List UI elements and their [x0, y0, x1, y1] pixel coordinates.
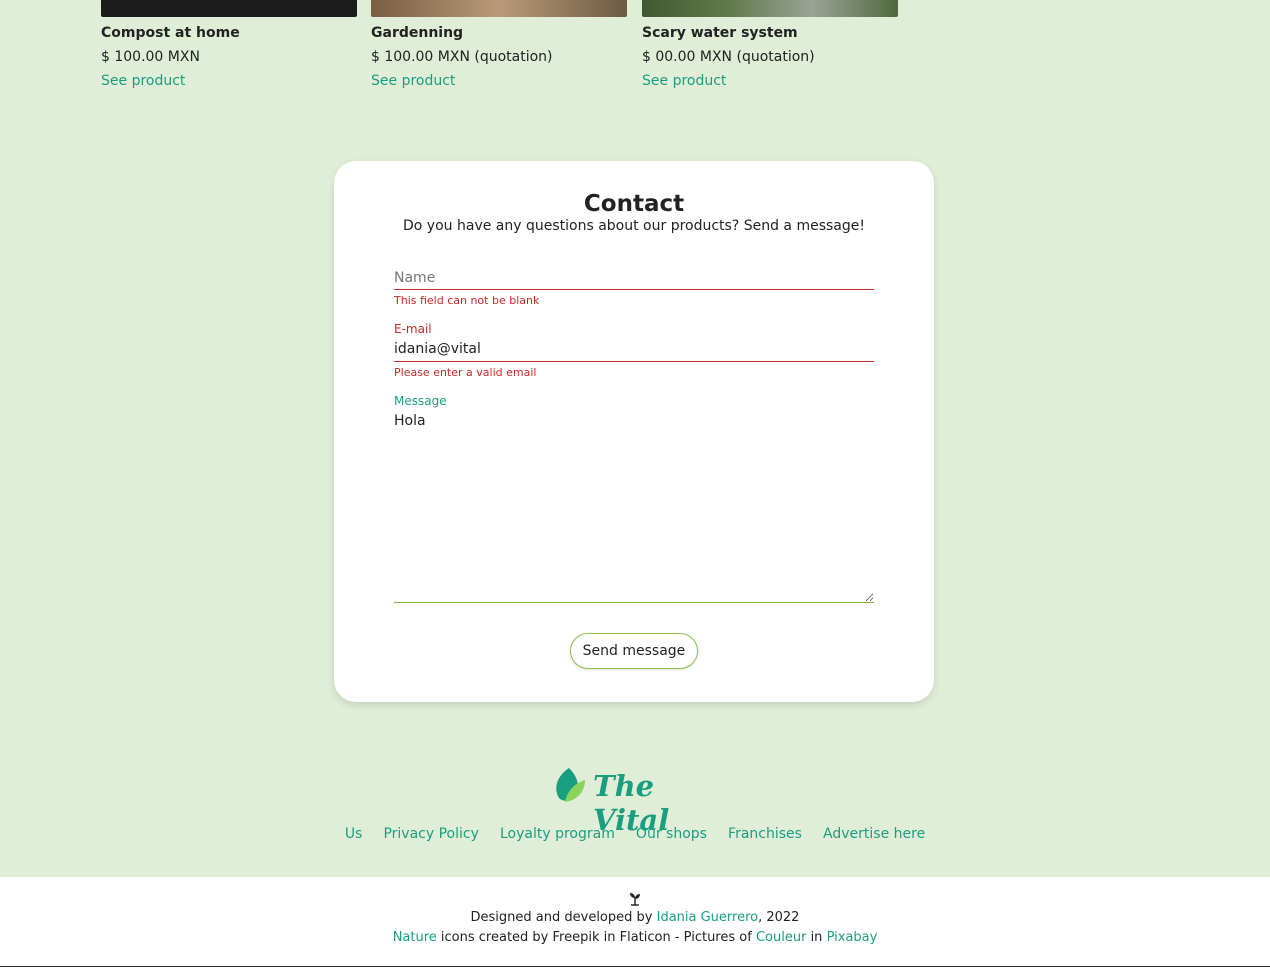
product-price: $ 100.00 MXN (quotation) [371, 49, 553, 65]
footer-link-privacy-policy[interactable]: Privacy Policy [383, 826, 478, 842]
nature-link[interactable]: Nature [393, 930, 437, 945]
email-label: E-mail [394, 322, 432, 336]
product-title: Compost at home [101, 25, 240, 41]
email-error: Please enter a valid email [394, 366, 537, 379]
product-card: Scary water system $ 00.00 MXN (quotatio… [642, 0, 898, 90]
product-title: Scary water system [642, 25, 798, 41]
product-image[interactable] [101, 0, 357, 17]
see-product-link[interactable]: See product [642, 72, 898, 90]
leaf-icon [556, 768, 585, 802]
contact-title: Contact [583, 191, 685, 217]
product-card: Gardenning $ 100.00 MXN (quotation) See … [371, 0, 627, 90]
year-text: , 2022 [758, 910, 800, 925]
see-product-link[interactable]: See product [101, 72, 357, 90]
pixabay-link[interactable]: Pixabay [827, 930, 878, 945]
sprout-icon [630, 893, 640, 906]
message-field[interactable]: Hola [394, 408, 874, 603]
send-message-button[interactable]: Send message [570, 633, 698, 669]
name-error: This field can not be blank [394, 294, 540, 307]
credits-line-1: Designed and developed by Idania Guerrer… [0, 909, 1270, 927]
footer-link-advertise-here[interactable]: Advertise here [823, 826, 925, 842]
in-text: in [810, 930, 823, 945]
credits-line-2: Nature icons created by Freepik in Flati… [0, 929, 1270, 947]
name-field[interactable] [394, 266, 874, 290]
name-field-group: This field can not be blank [394, 266, 874, 307]
designed-by-text: Designed and developed by [470, 910, 653, 925]
see-product-link[interactable]: See product [371, 72, 627, 90]
contact-card: Contact Do you have any questions about … [334, 161, 934, 702]
product-price: $ 100.00 MXN [101, 49, 200, 65]
product-title: Gardenning [371, 25, 464, 41]
product-list: Compost at home $ 100.00 MXN See product… [0, 0, 1270, 100]
footer-link-loyalty-program[interactable]: Loyalty program [500, 826, 615, 842]
couleur-link[interactable]: Couleur [756, 930, 806, 945]
icons-credit-text: icons created by Freepik in Flaticon - P… [440, 930, 752, 945]
author-link[interactable]: Idania Guerrero [657, 910, 759, 925]
product-image[interactable] [642, 0, 898, 17]
footer-link-our-shops[interactable]: Our shops [636, 826, 707, 842]
email-field-group: E-mail Please enter a valid email [394, 322, 874, 379]
email-field[interactable] [394, 336, 874, 362]
product-image[interactable] [371, 0, 627, 17]
message-field-group: Message Hola [394, 394, 874, 603]
message-label: Message [394, 394, 447, 408]
footer-link-us[interactable]: Us [345, 826, 363, 842]
product-card: Compost at home $ 100.00 MXN See product [101, 0, 357, 90]
footer-link-franchises[interactable]: Franchises [728, 826, 802, 842]
product-price: $ 00.00 MXN (quotation) [642, 49, 815, 65]
contact-subtitle: Do you have any questions about our prod… [403, 218, 865, 234]
site-footer: Designed and developed by Idania Guerrer… [0, 877, 1270, 967]
footer-nav: Us Privacy Policy Loyalty program Our sh… [0, 823, 1270, 842]
brand-logo[interactable]: The Vital [553, 764, 723, 837]
